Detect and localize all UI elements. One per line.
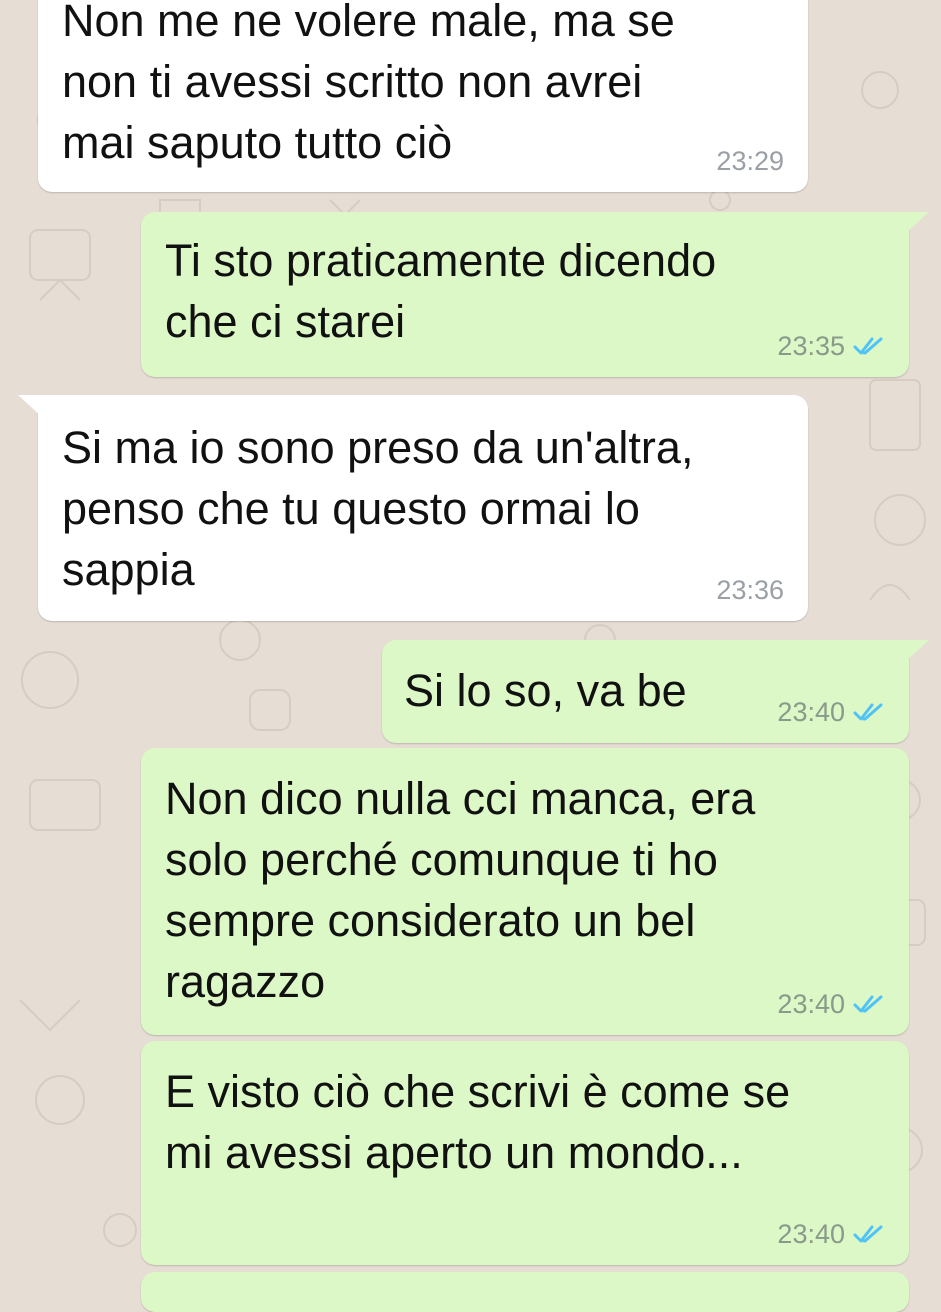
bubble-tail xyxy=(905,640,929,662)
double-check-read-icon xyxy=(853,1225,883,1243)
message-bubble-outgoing-partial[interactable] xyxy=(141,1272,909,1312)
message-text: Si ma io sono preso da un'altra, penso c… xyxy=(62,422,694,595)
double-check-read-icon xyxy=(853,995,883,1013)
message-time: 23:40 xyxy=(777,989,845,1019)
message-bubble-incoming[interactable]: Si ma io sono preso da un'altra, penso c… xyxy=(18,395,808,621)
message-text: E visto ciò che scrivi è come se mi aves… xyxy=(165,1066,791,1178)
message-text: Non me ne volere male, ma se non ti aves… xyxy=(62,0,675,168)
message-meta: 23:36 xyxy=(716,575,784,605)
message-meta: 23:40 xyxy=(777,697,885,727)
bubble-tail xyxy=(905,212,929,234)
message-meta: 23:29 xyxy=(716,146,784,176)
message-time: 23:35 xyxy=(777,331,845,361)
message-bubble-incoming[interactable]: Non me ne volere male, ma se non ti aves… xyxy=(38,0,808,192)
message-text: Non dico nulla cci manca, era solo perch… xyxy=(165,773,756,1007)
message-list[interactable]: Non me ne volere male, ma se non ti aves… xyxy=(0,0,941,1312)
message-meta: 23:35 xyxy=(777,331,885,361)
double-check-read-icon xyxy=(853,337,883,355)
message-time: 23:36 xyxy=(716,575,784,605)
message-bubble-outgoing[interactable]: Ti sto praticamente dicendo che ci stare… xyxy=(141,212,929,377)
message-time: 23:40 xyxy=(777,1219,845,1249)
message-time: 23:29 xyxy=(716,146,784,176)
double-check-read-icon xyxy=(853,703,883,721)
message-time: 23:40 xyxy=(777,697,845,727)
bubble-tail xyxy=(18,395,42,417)
message-bubble-outgoing[interactable]: Non dico nulla cci manca, era solo perch… xyxy=(141,748,909,1035)
message-bubble-outgoing[interactable]: E visto ciò che scrivi è come se mi aves… xyxy=(141,1041,909,1265)
message-meta: 23:40 xyxy=(777,989,885,1019)
message-meta: 23:40 xyxy=(777,1219,885,1249)
message-text: Ti sto praticamente dicendo che ci stare… xyxy=(165,235,717,347)
message-bubble-outgoing[interactable]: Si lo so, va be 23:40 xyxy=(382,640,929,743)
